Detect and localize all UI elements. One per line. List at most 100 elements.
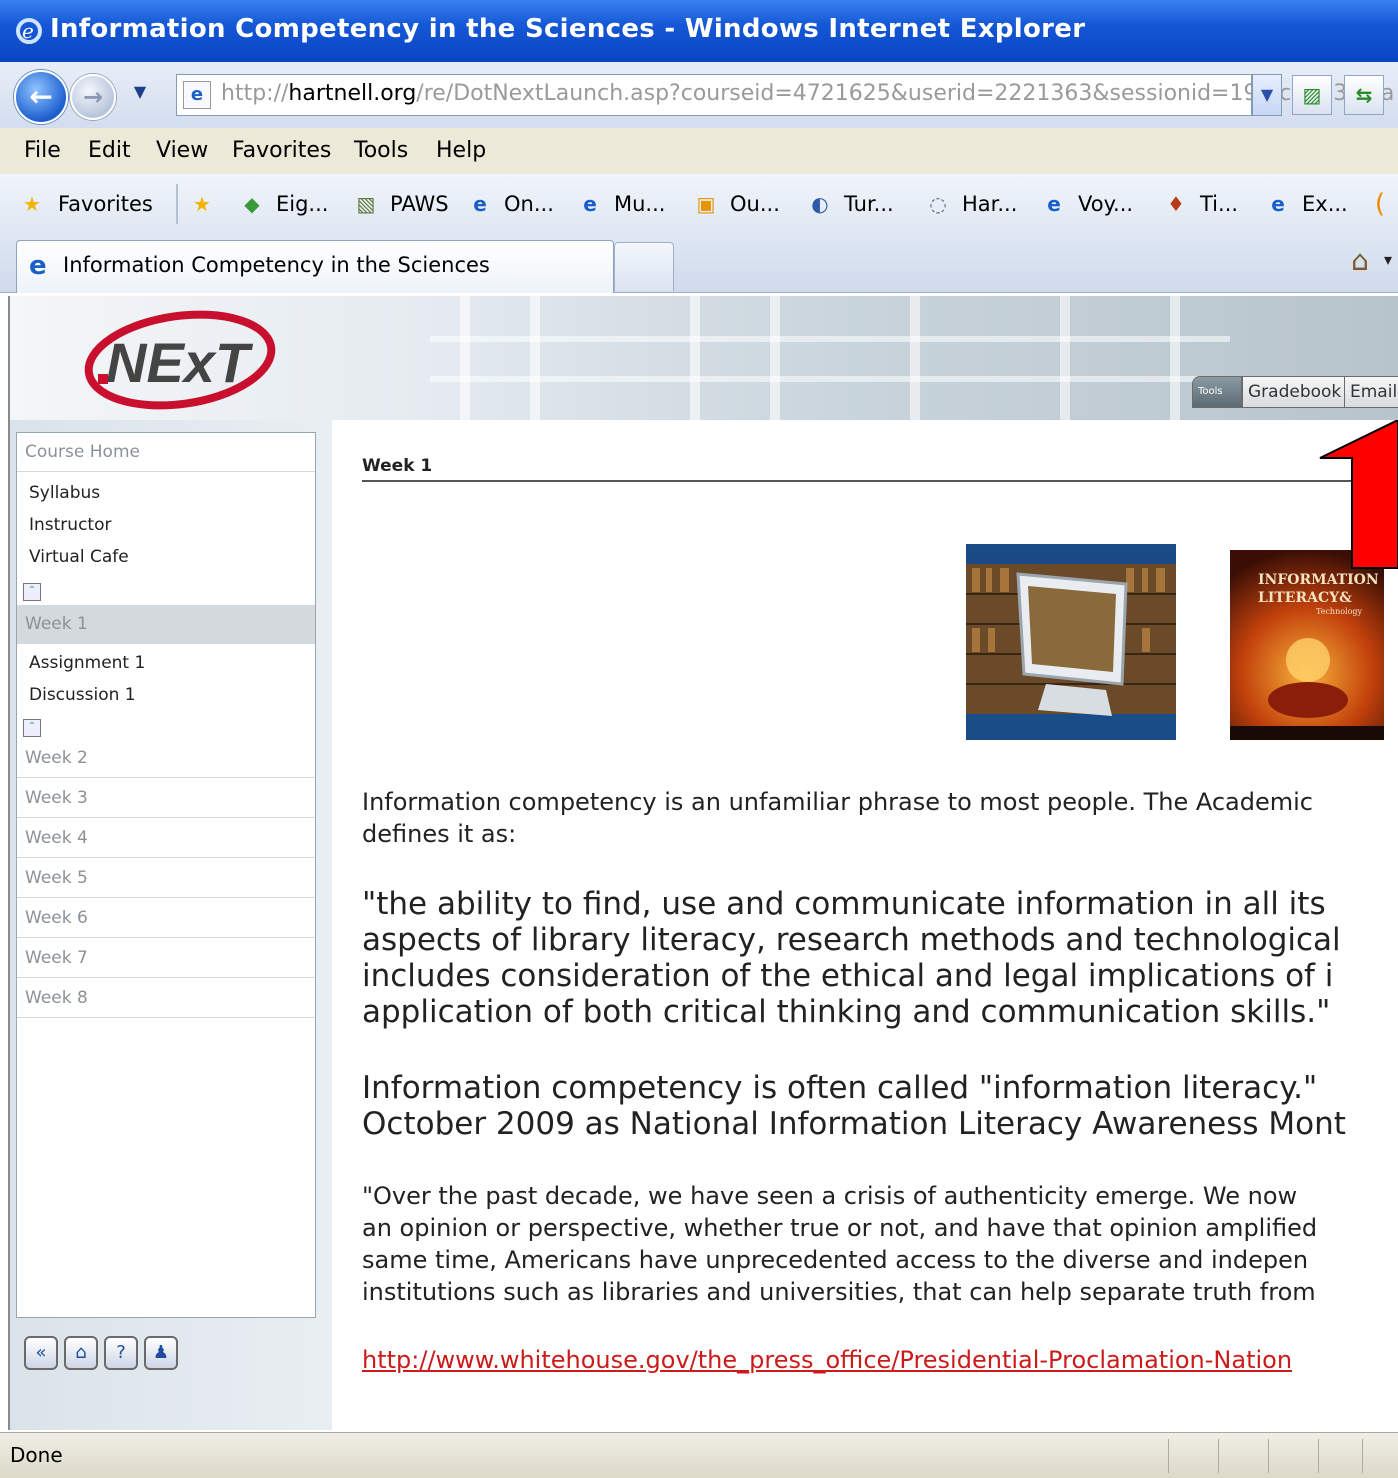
feed-icon: ( [1374,189,1386,219]
home-dropdown-icon[interactable]: ▾ [1384,250,1392,269]
menu-view[interactable]: View [156,138,208,163]
next-logo: NExT [84,310,276,410]
status-text: Done [10,1443,63,1467]
favorites-button[interactable]: Favorites [58,192,153,216]
favorite-link-2[interactable]: PAWS [390,192,449,216]
window-title: Information Competency in the Sciences -… [50,14,1086,44]
gradebook-tab[interactable]: Gradebook [1242,376,1348,408]
nav-course-home[interactable]: Course Home [17,433,315,472]
sidebar-container: Course Home Syllabus Instructor Virtual … [10,420,332,1430]
home-icon[interactable]: ⌂ [1342,244,1378,280]
home-nav-button[interactable]: ⌂ [64,1336,98,1370]
nav-week-7[interactable]: Week 7 [17,939,315,978]
favorites-bar: ★ Favorites ★ ◆ Eig... ▧ PAWS e On... e … [0,174,1398,235]
nav-week-2[interactable]: Week 2 [17,739,315,778]
nav-assignment-1[interactable]: Assignment 1 [17,647,315,679]
refresh-button[interactable]: ⇆ [1344,75,1384,115]
favorite-link-5[interactable]: Ou... [730,192,780,216]
help-nav-button[interactable]: ? [104,1336,138,1370]
nav-discussion-1[interactable]: Discussion 1 [17,679,315,711]
tab-title: Information Competency in the Sciences [63,253,490,277]
menu-favorites[interactable]: Favorites [232,138,331,163]
favorite-link-3[interactable]: On... [504,192,554,216]
tools-tab[interactable]: Tools [1192,376,1242,408]
menu-bar: File Edit View Favorites Tools Help [0,128,1398,175]
address-url[interactable]: http://hartnell.org/re/DotNextLaunch.asp… [221,81,1394,106]
nav-syllabus[interactable]: Syllabus [17,477,315,509]
literacy-paragraph: Information competency is often called "… [362,1070,1346,1142]
turnitin-icon: ◐ [811,192,829,216]
menu-file[interactable]: File [24,138,61,163]
new-tab-button[interactable] [614,242,674,291]
compatibility-view-button[interactable]: ▨ [1292,75,1332,115]
intro-paragraph: Information competency is an unfamiliar … [362,788,1313,848]
back-button[interactable]: ← [14,70,68,124]
back-nav-button[interactable]: « [24,1336,58,1370]
forward-arrow-icon: → [82,83,104,111]
ie-page-icon: e [473,192,487,216]
nav-week-6[interactable]: Week 6 [17,899,315,938]
ie-logo-icon: e [16,18,42,44]
window-title-bar[interactable]: e Information Competency in the Sciences… [0,0,1398,62]
paws-icon: ▧ [356,192,376,216]
google-icon: ◆ [244,192,260,216]
favorite-link-6[interactable]: Tur... [844,192,894,216]
address-bar[interactable]: e http://hartnell.org/re/DotNextLaunch.a… [176,74,1394,116]
site-banner: NExT Tools Gradebook Email [10,296,1398,420]
nav-week-1[interactable]: Week 1 [17,605,315,644]
favorite-link-7[interactable]: Har... [962,192,1017,216]
ie-page-icon: e [1271,192,1285,216]
refresh-icon: ⇆ [1355,83,1373,107]
nav-week-5[interactable]: Week 5 [17,859,315,898]
tool-tabs: Tools Gradebook Email [1192,376,1398,410]
book-title-line3: Technology [1316,607,1363,616]
address-dropdown-button[interactable]: ▼ [1252,74,1282,116]
menu-help[interactable]: Help [436,138,486,163]
book-title-line1: INFORMATION [1258,572,1379,588]
page-icon: e [183,81,211,109]
double-left-icon: « [35,1342,47,1363]
svg-text:e: e [22,19,34,43]
book-title-line2: LITERACY& [1258,590,1352,606]
favorite-link-1[interactable]: Eig... [276,192,328,216]
logo-text: NExT [106,331,254,394]
compatibility-icon: ▨ [1302,83,1322,107]
status-bar: Done [0,1432,1398,1478]
email-tab[interactable]: Email [1344,376,1398,408]
page-title: Week 1 [362,446,1398,482]
favorite-link-8[interactable]: Voy... [1078,192,1133,216]
nav-instructor[interactable]: Instructor [17,509,315,541]
recent-pages-dropdown[interactable]: ▼ [130,82,150,102]
main-content: Week 1 INFORMATION LITERACY& Technology … [362,446,1398,1426]
bird-icon: ♦ [1167,192,1185,216]
proclamation-quote: "Over the past decade, we have seen a cr… [362,1182,1318,1306]
tab-active[interactable]: e Information Competency in the Sciences [16,240,614,293]
definition-quote: "the ability to find, use and communicat… [362,886,1341,1030]
user-nav-button[interactable]: ♟ [144,1336,178,1370]
favorite-link-4[interactable]: Mu... [614,192,665,216]
favorite-link-9[interactable]: Ti... [1200,192,1238,216]
ie-page-icon: e [583,192,597,216]
whitehouse-link[interactable]: http://www.whitehouse.gov/the_press_offi… [362,1346,1292,1374]
favorite-link-10[interactable]: Ex... [1302,192,1348,216]
ie-page-icon: e [1047,192,1061,216]
nav-virtual-cafe[interactable]: Virtual Cafe [17,541,315,573]
favorites-separator [176,184,178,224]
menu-edit[interactable]: Edit [88,138,131,163]
add-favorite-icon[interactable]: ★ [188,190,216,218]
user-icon: ♟ [152,1342,170,1363]
outlook-icon: ▣ [696,192,716,216]
ie-tab-icon: e [29,251,47,281]
home-icon: ⌂ [75,1342,87,1363]
nav-week-4[interactable]: Week 4 [17,819,315,858]
menu-tools[interactable]: Tools [354,138,408,163]
collapse-icon[interactable]: ⌃ [23,583,41,601]
nav-week-8[interactable]: Week 8 [17,979,315,1018]
collapse-icon[interactable]: ⌃ [23,719,41,737]
computer-library-image [966,544,1176,740]
nav-week-3[interactable]: Week 3 [17,779,315,818]
favorites-star-icon: ★ [23,192,41,216]
back-arrow-icon: ← [29,80,53,113]
course-nav: Course Home Syllabus Instructor Virtual … [16,432,316,1318]
forward-button[interactable]: → [70,74,116,120]
